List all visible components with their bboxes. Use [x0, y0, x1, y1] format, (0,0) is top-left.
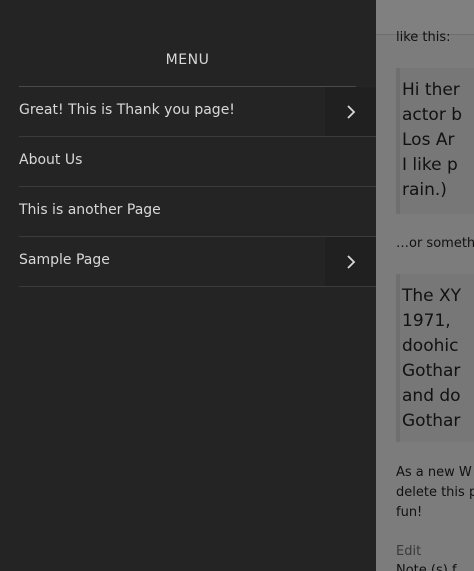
quote-line: Hi ther [402, 80, 460, 100]
quote-line: I like p [402, 155, 458, 175]
quote-line: The XY [402, 286, 462, 306]
menu-item-label[interactable]: About Us [19, 152, 82, 168]
page-text-top: like this: [396, 30, 451, 45]
page-content[interactable]: like this: Hi ther actor b Los Ar I like… [376, 0, 474, 571]
quote-line: rain.) [402, 180, 447, 200]
quote-line: and do [402, 386, 461, 406]
quote-line: 1971, [402, 311, 451, 331]
menu-item-label[interactable]: This is another Page [19, 202, 161, 218]
menu-list: Great! This is Thank you page! About Us … [19, 87, 376, 287]
menu-item-about-us[interactable]: About Us [19, 137, 376, 187]
edit-link[interactable]: Edit [396, 544, 421, 559]
paragraph-line: As a new W [396, 465, 472, 480]
menu-item-thank-you-page[interactable]: Great! This is Thank you page! [19, 87, 376, 137]
menu-item-another-page[interactable]: This is another Page [19, 187, 376, 237]
page-text-or-something: …or someth [396, 236, 474, 251]
menu-item-label[interactable]: Great! This is Thank you page! [19, 102, 235, 118]
menu-item-sample-page[interactable]: Sample Page [19, 237, 376, 287]
submenu-toggle-button[interactable] [325, 237, 376, 286]
menu-drawer: MENU Great! This is Thank you page! Abou… [0, 0, 376, 571]
menu-item-label[interactable]: Sample Page [19, 252, 110, 268]
chevron-right-icon [347, 105, 356, 119]
paragraph-line: delete this p [396, 485, 474, 500]
quote-line: Los Ar [402, 130, 455, 150]
quote-line: actor b [402, 105, 463, 125]
menu-title: MENU [165, 52, 210, 68]
submenu-toggle-button[interactable] [325, 87, 376, 136]
page-text-bottom: Note (s) f [396, 563, 457, 571]
quote-line: doohic [402, 336, 459, 356]
app-viewport: like this: Hi ther actor b Los Ar I like… [0, 0, 474, 571]
quote-line: Gothar [402, 411, 461, 431]
paragraph-line: fun! [396, 505, 423, 520]
chevron-right-icon [347, 255, 356, 269]
quote-line: Gothar [402, 361, 461, 381]
